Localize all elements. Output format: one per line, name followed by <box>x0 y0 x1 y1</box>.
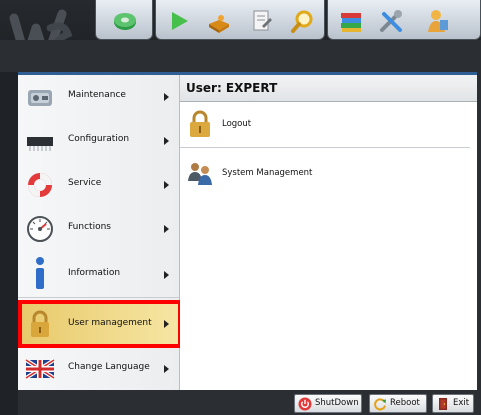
right-frame-edge <box>477 72 481 415</box>
reboot-label: Reboot <box>390 398 420 408</box>
content-panel: User: EXPERT Logout System Management <box>180 75 477 390</box>
page-title: User: EXPERT <box>186 81 278 95</box>
shutdown-label: ShutDown <box>315 398 359 408</box>
toolbar-tab-tools[interactable] <box>155 0 325 40</box>
chip-icon <box>27 137 53 151</box>
logout-button[interactable]: Logout <box>184 108 464 142</box>
play-icon <box>172 12 188 30</box>
info-icon <box>36 257 44 289</box>
chevron-right-icon <box>164 365 169 373</box>
tools-icon <box>380 10 402 32</box>
padlock-icon <box>190 110 210 137</box>
exit-button[interactable]: Exit <box>432 394 474 413</box>
gauge-icon <box>27 216 53 242</box>
menu-item-configuration[interactable]: Configuration <box>18 119 179 163</box>
exit-label: Exit <box>453 398 470 408</box>
content-header: User: EXPERT <box>180 75 477 102</box>
menu-item-maintenance[interactable]: Maintenance <box>18 75 179 119</box>
toolbar-tab-help[interactable] <box>327 0 481 40</box>
menu-item-information[interactable]: Information <box>18 251 179 298</box>
chevron-right-icon <box>164 181 169 189</box>
uk-flag-icon <box>24 358 56 380</box>
document-icon <box>253 10 272 31</box>
users-icon <box>188 163 212 185</box>
menu-item-functions[interactable]: Functions <box>18 207 179 251</box>
disc-icon <box>114 13 136 30</box>
app-window: Maintenance Configuration Service Functi… <box>0 0 481 415</box>
menu-item-label: Information <box>68 268 121 278</box>
power-icon <box>298 397 312 411</box>
refresh-icon <box>374 398 386 411</box>
menu-item-label: Maintenance <box>68 90 126 100</box>
puzzle-icon <box>209 15 229 33</box>
toolbar-strip <box>0 40 481 72</box>
exit-door-icon <box>439 398 447 410</box>
system-management-label: System Management <box>222 168 313 178</box>
menu-item-label: Functions <box>68 222 111 232</box>
main-toolbar <box>95 0 481 40</box>
lifebuoy-icon <box>28 173 52 197</box>
chevron-right-icon <box>164 271 169 279</box>
menu-item-label: Configuration <box>68 134 130 144</box>
toolbar-tab-media[interactable] <box>95 0 153 40</box>
menu-item-label: Service <box>68 178 102 188</box>
magnifier-icon <box>291 10 313 33</box>
reboot-button[interactable]: Reboot <box>369 394 427 413</box>
highlight-box <box>18 300 182 348</box>
menu-item-service[interactable]: Service <box>18 163 179 207</box>
menu-item-change-language[interactable]: Change Language <box>18 347 179 391</box>
logout-label: Logout <box>222 119 252 129</box>
shutdown-button[interactable]: ShutDown <box>294 394 362 413</box>
maintenance-icon <box>28 90 52 106</box>
chevron-right-icon <box>164 93 169 101</box>
books-icon <box>341 13 361 32</box>
system-management-button[interactable]: System Management <box>184 157 464 191</box>
left-frame-edge <box>0 72 18 415</box>
chevron-right-icon <box>164 225 169 233</box>
chevron-right-icon <box>164 137 169 145</box>
content-divider <box>180 147 470 148</box>
person-icon <box>428 10 448 32</box>
menu-item-label: Change Language <box>68 362 150 372</box>
